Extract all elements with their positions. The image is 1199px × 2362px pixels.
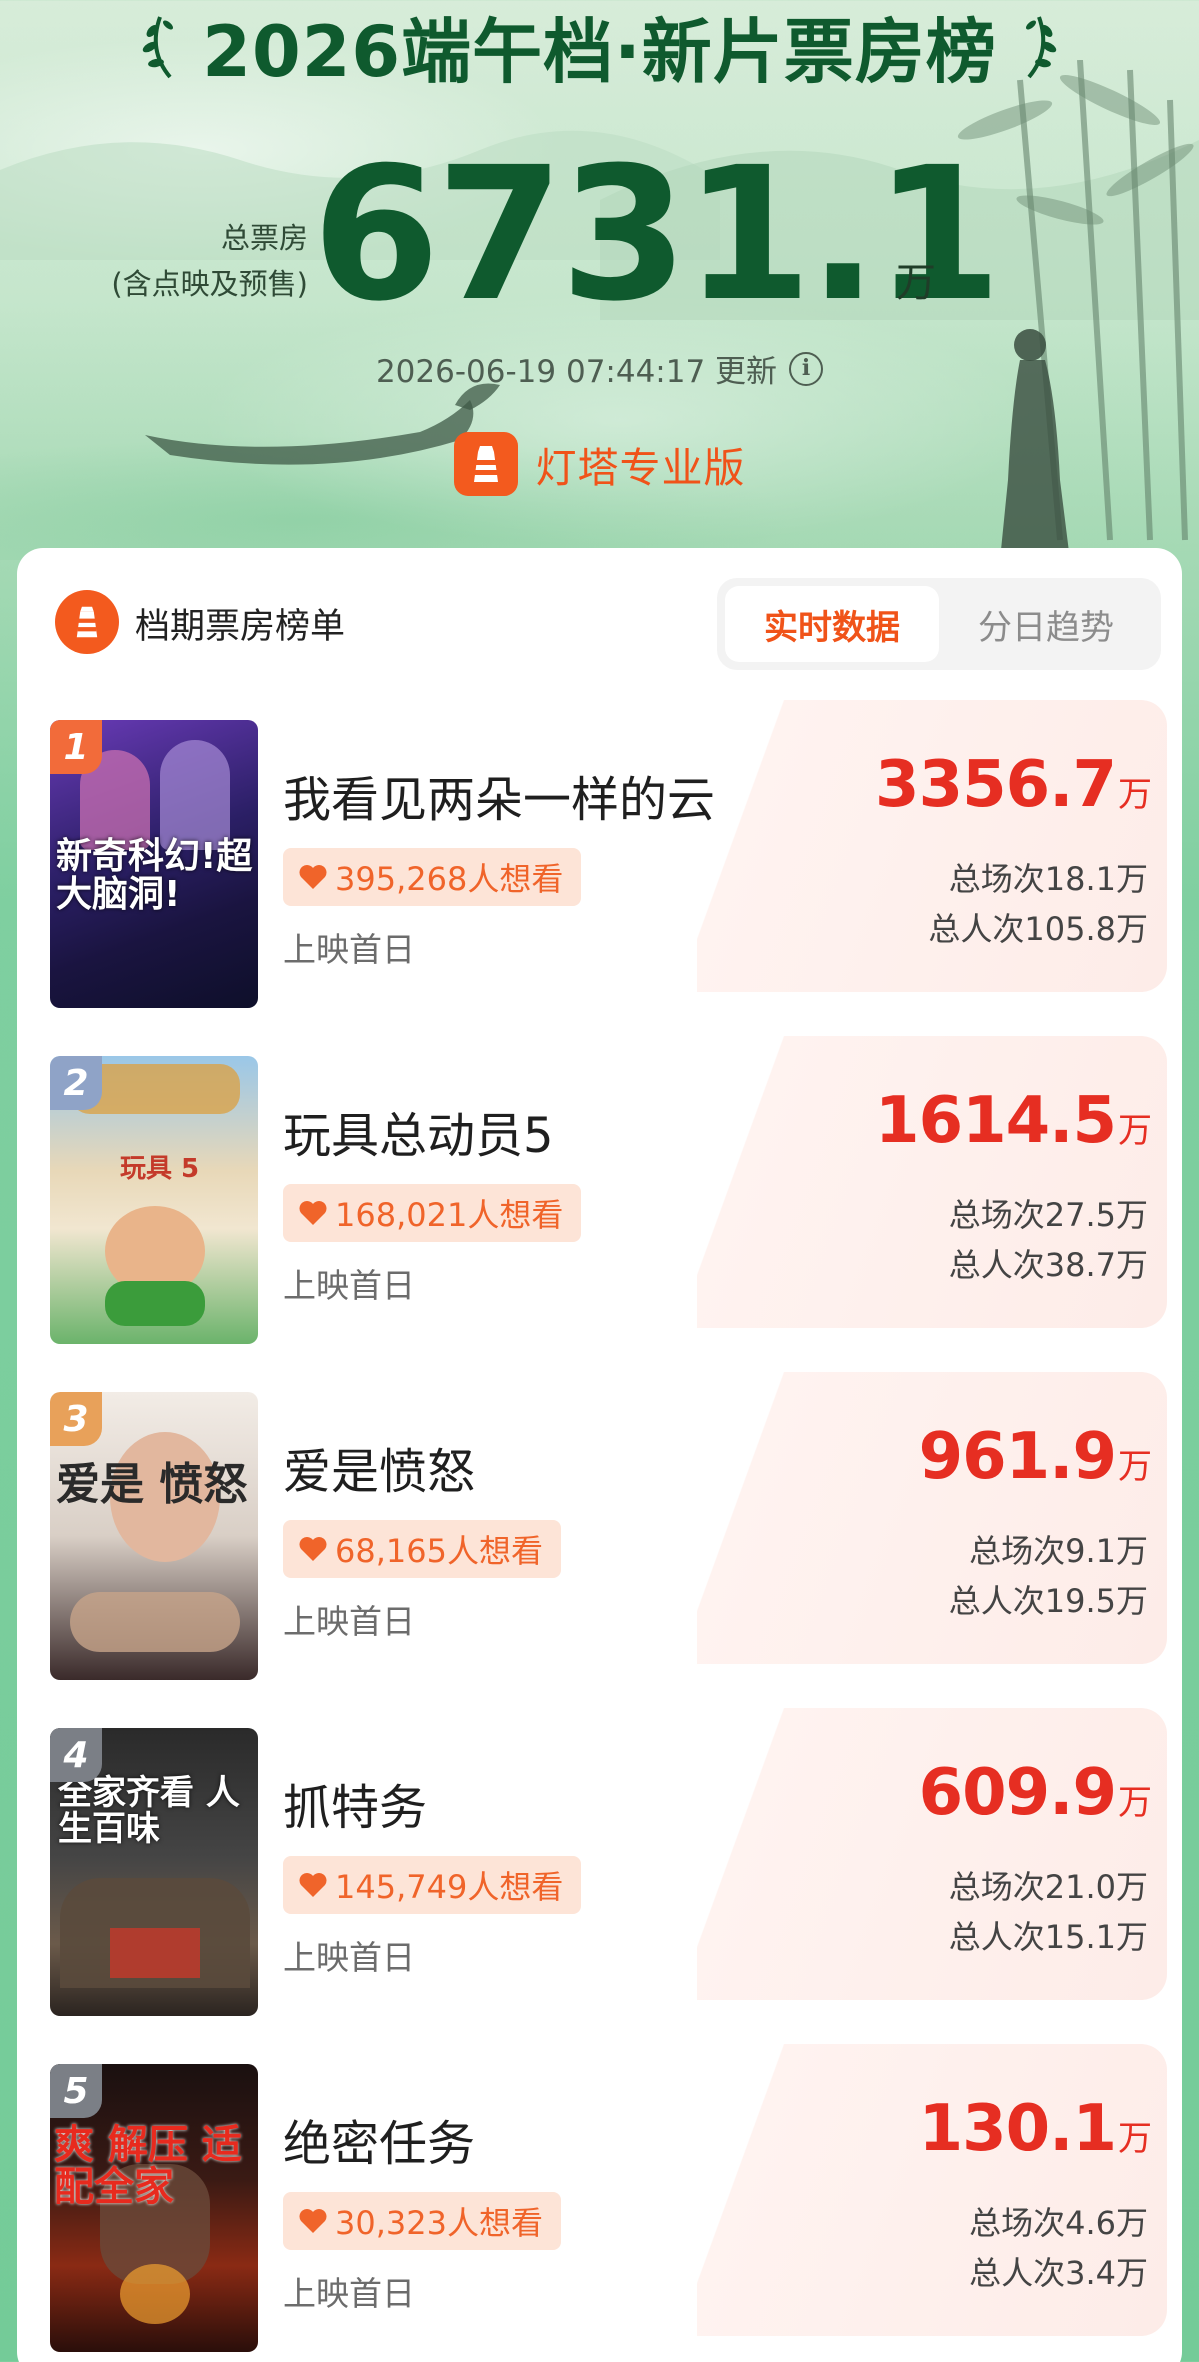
info-icon[interactable]: i	[789, 351, 824, 386]
box-office-value: 609.9	[918, 1756, 1117, 1830]
ranking-card: 档期票房榜单 实时数据 分日趋势 新奇科幻!超大脑洞! 1 我看见两朵一样的云 …	[17, 548, 1182, 2362]
rank-badge: 3	[50, 1392, 102, 1446]
total-shows: 总场次21.0万	[948, 1868, 1148, 1906]
box-office-value: 130.1	[918, 2092, 1117, 2166]
laurel-left-icon	[143, 16, 174, 79]
movie-title: 绝密任务	[283, 2116, 476, 2172]
want-to-see-badge: 145,749人想看	[283, 1856, 582, 1914]
box-office-unit: 万	[1118, 1111, 1152, 1151]
poster-caption: 爽 解压 适配全家	[54, 2122, 242, 2210]
release-status: 上映首日	[283, 1266, 415, 1305]
movie-row[interactable]: 爽 解压 适配全家 5 绝密任务 30,323人想看 上映首日 130.1万 总…	[17, 2044, 1182, 2354]
box-office: 130.1万	[919, 2092, 1152, 2166]
total-admissions: 总人次15.1万	[948, 1918, 1148, 1956]
tab-daily-trend[interactable]: 分日趋势	[939, 586, 1153, 662]
movie-row[interactable]: 爱是 愤怒 3 爱是愤怒 68,165人想看 上映首日 961.9万 总场次9.…	[17, 1372, 1182, 1682]
release-status: 上映首日	[283, 2274, 415, 2313]
card-header: 档期票房榜单 实时数据 分日趋势	[17, 548, 1182, 678]
poster-caption: 玩具 5	[120, 1154, 200, 1184]
want-to-see-badge: 395,268人想看	[283, 848, 582, 906]
poster-caption: 全家齐看 人生百味	[58, 1773, 240, 1849]
view-tabs: 实时数据 分日趋势	[717, 578, 1161, 670]
box-office-unit: 万	[1118, 775, 1152, 815]
update-time-row: 2026-06-19 07:44:17 更新 i	[0, 346, 1199, 391]
movie-title: 我看见两朵一样的云	[283, 772, 716, 828]
rank-badge: 1	[50, 720, 102, 774]
update-time: 2026-06-19 07:44:17 更新	[375, 354, 778, 390]
total-box-office-label: 总票房 (含点映及预售)	[88, 215, 308, 307]
box-office-value: 3356.7	[875, 748, 1117, 822]
want-count: 68,165人想看	[335, 1532, 543, 1570]
total-label-line1: 总票房	[220, 221, 308, 255]
want-to-see-badge: 30,323人想看	[283, 2192, 561, 2250]
movie-title: 爱是愤怒	[283, 1444, 476, 1500]
total-admissions: 总人次19.5万	[948, 1582, 1148, 1620]
hero-header: 2026端午档·新片票房榜 总票房 (含点映及预售) 6731.1 万 2026…	[0, 0, 1199, 560]
box-office-unit: 万	[1118, 1447, 1152, 1487]
movie-title: 抓特务	[283, 1780, 428, 1836]
lighthouse-logo-icon	[55, 590, 119, 654]
movie-poster[interactable]: 新奇科幻!超大脑洞! 1	[50, 720, 258, 1008]
release-status: 上映首日	[283, 1938, 415, 1977]
movie-row[interactable]: 全家齐看 人生百味 4 抓特务 145,749人想看 上映首日 609.9万 总…	[17, 1708, 1182, 2018]
heart-icon	[299, 865, 327, 889]
brand-name: 灯塔专业版	[535, 444, 746, 492]
total-admissions: 总人次105.8万	[928, 910, 1148, 948]
movie-poster[interactable]: 爱是 愤怒 3	[50, 1392, 258, 1680]
movie-row[interactable]: 新奇科幻!超大脑洞! 1 我看见两朵一样的云 395,268人想看 上映首日 3…	[17, 700, 1182, 1010]
want-count: 145,749人想看	[335, 1868, 564, 1906]
card-title: 档期票房榜单	[135, 607, 346, 647]
heart-icon	[299, 2209, 327, 2233]
total-admissions: 总人次38.7万	[948, 1246, 1148, 1284]
want-to-see-badge: 168,021人想看	[283, 1184, 582, 1242]
movie-row[interactable]: 玩具 5 2 玩具总动员5 168,021人想看 上映首日 1614.5万 总场…	[17, 1036, 1182, 1346]
heart-icon	[299, 1201, 327, 1225]
release-status: 上映首日	[283, 1602, 415, 1641]
poster-caption: 爱是 愤怒	[56, 1459, 248, 1510]
heart-icon	[299, 1537, 327, 1561]
box-office-unit: 万	[1118, 1783, 1152, 1823]
poster-caption: 新奇科幻!超大脑洞!	[56, 836, 253, 915]
total-box-office-unit: 万	[896, 260, 936, 306]
want-to-see-badge: 68,165人想看	[283, 1520, 561, 1578]
movie-poster[interactable]: 玩具 5 2	[50, 1056, 258, 1344]
box-office-value: 961.9	[918, 1420, 1117, 1494]
movie-poster[interactable]: 爽 解压 适配全家 5	[50, 2064, 258, 2352]
brand-link[interactable]: 灯塔专业版	[0, 432, 1199, 496]
box-office: 3356.7万	[875, 748, 1152, 822]
heart-icon	[299, 1873, 327, 1897]
total-label-line2: (含点映及预售)	[111, 267, 308, 301]
box-office-value: 1614.5	[875, 1084, 1117, 1158]
box-office-unit: 万	[1118, 2119, 1152, 2159]
total-shows: 总场次27.5万	[948, 1196, 1148, 1234]
want-count: 395,268人想看	[335, 860, 564, 898]
box-office: 1614.5万	[875, 1084, 1152, 1158]
lighthouse-logo-icon	[453, 432, 518, 496]
movie-title: 玩具总动员5	[283, 1108, 554, 1164]
laurel-right-icon	[1025, 16, 1056, 79]
total-shows: 总场次9.1万	[969, 1532, 1148, 1570]
tab-realtime[interactable]: 实时数据	[725, 586, 939, 662]
release-status: 上映首日	[283, 930, 415, 969]
box-office: 609.9万	[919, 1756, 1152, 1830]
total-shows: 总场次4.6万	[969, 2204, 1148, 2242]
rank-badge: 4	[50, 1728, 102, 1782]
total-shows: 总场次18.1万	[948, 860, 1148, 898]
page-title: 2026端午档·新片票房榜	[202, 10, 997, 93]
box-office: 961.9万	[919, 1420, 1152, 1494]
rank-badge: 5	[50, 2064, 102, 2118]
want-count: 168,021人想看	[335, 1196, 564, 1234]
total-admissions: 总人次3.4万	[969, 2254, 1148, 2292]
rank-badge: 2	[50, 1056, 102, 1110]
title-row: 2026端午档·新片票房榜	[0, 0, 1199, 93]
want-count: 30,323人想看	[335, 2204, 543, 2242]
movie-poster[interactable]: 全家齐看 人生百味 4	[50, 1728, 258, 2016]
